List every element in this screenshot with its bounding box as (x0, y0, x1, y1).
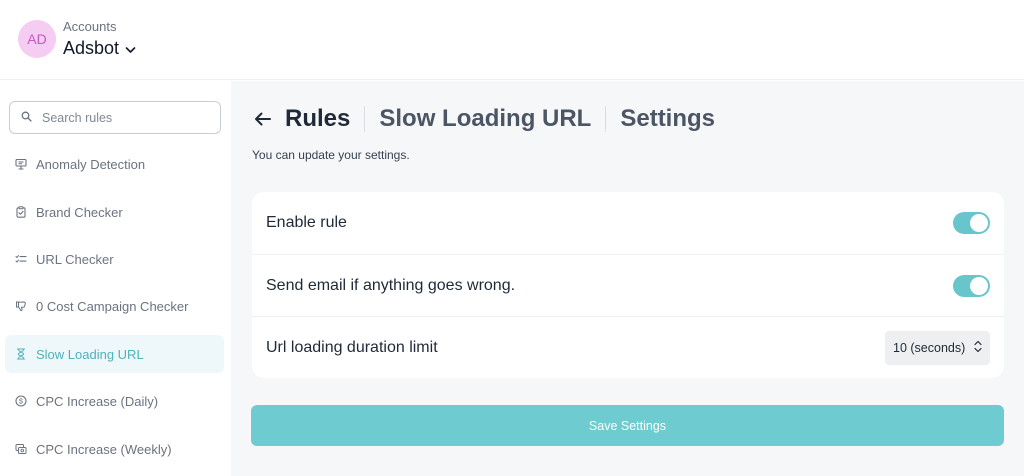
hourglass-icon (15, 348, 27, 360)
page-title: Settings (620, 105, 716, 132)
sidebar-item-slow-loading-url[interactable]: Slow Loading URL (5, 335, 224, 373)
sidebar-item-label: CPC Increase (Daily) (36, 393, 159, 409)
search-input[interactable] (42, 110, 202, 125)
list-check-icon (15, 253, 27, 265)
sidebar-item-label: CPC Increase (Weekly) (36, 441, 172, 457)
toggle-knob (970, 276, 988, 295)
toggle-knob (970, 214, 988, 232)
sidebar-item-url-checker[interactable]: URL Checker (5, 240, 224, 278)
setting-row-duration-limit: Url loading duration limit 10 (seconds) (252, 316, 1004, 378)
breadcrumb-separator (364, 106, 366, 132)
sidebar-item-anomaly-detection[interactable]: Anomaly Detection (5, 145, 224, 183)
breadcrumb-rules[interactable]: Rules (285, 105, 350, 133)
breadcrumb-rule-name[interactable]: Slow Loading URL (379, 105, 591, 133)
back-arrow-icon[interactable] (253, 109, 273, 129)
sidebar-item-zero-cost-campaign-checker[interactable]: 0 Cost Campaign Checker (5, 287, 224, 325)
sidebar-item-label: URL Checker (36, 251, 114, 267)
account-caption: Accounts (63, 19, 117, 34)
sidebar: Anomaly Detection Brand Checker URL Chec… (0, 81, 231, 476)
top-bar: AD Accounts Adsbot (0, 0, 1024, 80)
settings-card: Enable rule Send email if anything goes … (252, 192, 1004, 378)
sidebar-item-label: 0 Cost Campaign Checker (36, 298, 189, 314)
presentation-icon (15, 158, 27, 170)
setting-row-enable-rule: Enable rule (252, 192, 1004, 254)
setting-label: Url loading duration limit (266, 338, 438, 356)
search-icon (21, 109, 32, 127)
breadcrumb-separator (605, 106, 607, 132)
thumbs-down-icon (15, 300, 27, 312)
sidebar-item-label: Slow Loading URL (36, 346, 144, 362)
sidebar-item-label: Anomaly Detection (36, 156, 146, 172)
breadcrumb: Rules Slow Loading URL Settings (253, 105, 715, 133)
send-email-toggle[interactable] (953, 274, 990, 297)
chevron-up-down-icon (974, 340, 982, 356)
coins-icon (15, 443, 27, 455)
save-settings-button[interactable]: Save Settings (251, 405, 1004, 446)
account-name: Adsbot (63, 38, 120, 58)
dollar-circle-icon: $ (15, 395, 27, 407)
sidebar-item-label: Brand Checker (36, 204, 123, 220)
enable-rule-toggle[interactable] (953, 212, 990, 234)
account-switcher[interactable]: Adsbot (63, 38, 136, 59)
setting-label: Send email if anything goes wrong. (266, 276, 516, 294)
duration-select-value: 10 (seconds) (893, 340, 966, 355)
setting-row-send-email: Send email if anything goes wrong. (252, 254, 1004, 316)
svg-text:$: $ (19, 397, 24, 406)
sidebar-item-brand-checker[interactable]: Brand Checker (5, 193, 224, 231)
avatar[interactable]: AD (18, 20, 56, 58)
main-content: Rules Slow Loading URL Settings You can … (231, 81, 1024, 476)
setting-label: Enable rule (266, 214, 347, 231)
sidebar-item-cpc-increase-weekly[interactable]: CPC Increase (Weekly) (5, 430, 224, 468)
clipboard-check-icon (15, 206, 27, 218)
search-box[interactable] (9, 101, 221, 134)
duration-select[interactable]: 10 (seconds) (885, 330, 990, 365)
page-subtitle: You can update your settings. (252, 148, 410, 162)
chevron-down-icon (125, 38, 136, 59)
sidebar-item-cpc-increase-daily[interactable]: $ CPC Increase (Daily) (5, 382, 224, 420)
